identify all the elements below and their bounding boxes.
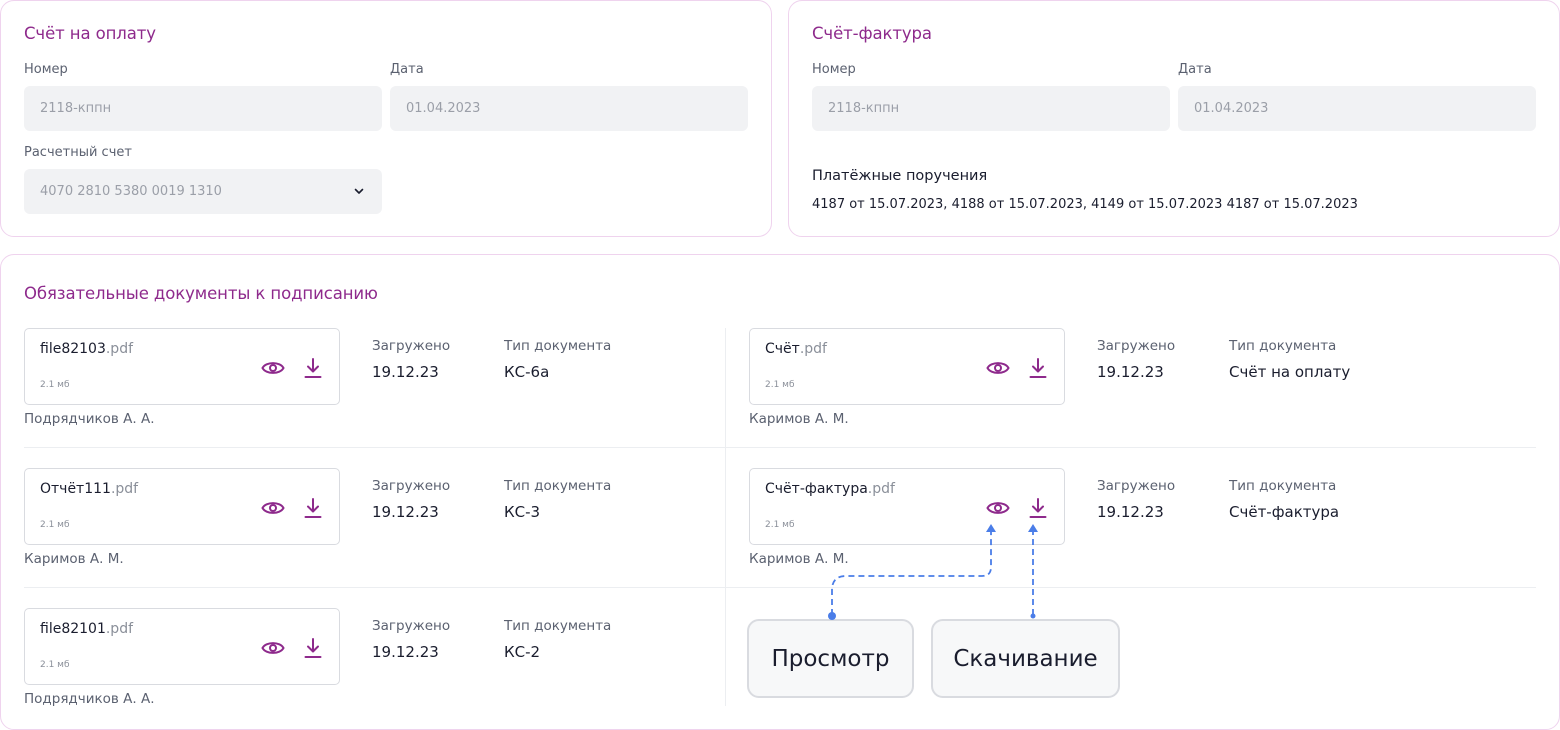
facture-card: Счёт-фактура Номер Дата 2118-кппн 01.04.… — [788, 0, 1560, 237]
document-file-size: 2.1 мб — [40, 660, 70, 670]
facture-title: Счёт-фактура — [812, 24, 932, 43]
document-file-name: file82101.pdf — [40, 621, 134, 637]
uploaded-label: Загружено — [372, 618, 451, 634]
document-file-card[interactable]: Счёт.pdf 2.1 мб — [749, 328, 1065, 405]
doc-type-label: Тип документа — [1229, 338, 1337, 354]
invoice-date-value: 01.04.2023 — [406, 101, 481, 116]
column-divider — [725, 328, 726, 706]
document-file-card[interactable]: file82101.pdf 2.1 мб — [24, 608, 340, 685]
download-icon[interactable] — [300, 356, 326, 380]
uploaded-label: Загружено — [372, 478, 451, 494]
document-file-size: 2.1 мб — [40, 520, 70, 530]
uploaded-date: 19.12.23 — [372, 503, 439, 521]
invoice-number-field[interactable]: 2118-кппн — [24, 86, 382, 131]
facture-number-label: Номер — [812, 62, 856, 77]
doc-type-label: Тип документа — [504, 338, 612, 354]
invoice-date-field[interactable]: 01.04.2023 — [390, 86, 748, 131]
uploaded-date: 19.12.23 — [372, 363, 439, 381]
view-callout: Просмотр — [747, 619, 914, 698]
document-file-name: Отчёт111.pdf — [40, 481, 139, 497]
download-icon[interactable] — [1025, 356, 1051, 380]
payments-text: 4187 от 15.07.2023, 4188 от 15.07.2023, … — [812, 197, 1358, 212]
uploaded-date: 19.12.23 — [372, 643, 439, 661]
invoice-number-value: 2118-кппн — [40, 101, 112, 116]
invoice-account-label: Расчетный счет — [24, 145, 132, 160]
download-icon[interactable] — [1025, 496, 1051, 520]
document-file-name: file82103.pdf — [40, 341, 134, 357]
invoice-account-value: 4070 2810 5380 0019 1310 — [40, 184, 222, 199]
document-file-card[interactable]: file82103.pdf 2.1 мб — [24, 328, 340, 405]
invoice-card: Счёт на оплату Номер Дата 2118-кппн 01.0… — [0, 0, 772, 237]
doc-type-label: Тип документа — [504, 618, 612, 634]
documents-title: Обязательные документы к подписанию — [24, 284, 378, 303]
facture-number-field[interactable]: 2118-кппн — [812, 86, 1170, 131]
eye-icon[interactable] — [260, 356, 286, 380]
doc-type-label: Тип документа — [504, 478, 612, 494]
document-author: Подрядчиков А. А. — [24, 691, 155, 707]
document-author: Каримов А. М. — [749, 411, 849, 427]
doc-type-value: Счёт на оплату — [1229, 363, 1351, 381]
uploaded-date: 19.12.23 — [1097, 503, 1164, 521]
doc-type-value: КС-3 — [504, 503, 541, 521]
invoice-date-label: Дата — [390, 62, 424, 77]
eye-icon[interactable] — [985, 496, 1011, 520]
document-file-name: Счёт.pdf — [765, 341, 827, 357]
doc-type-label: Тип документа — [1229, 478, 1337, 494]
payments-title: Платёжные поручения — [812, 168, 988, 184]
document-file-size: 2.1 мб — [765, 520, 795, 530]
document-file-size: 2.1 мб — [40, 380, 70, 390]
facture-date-label: Дата — [1178, 62, 1212, 77]
facture-date-field[interactable]: 01.04.2023 — [1178, 86, 1536, 131]
facture-date-value: 01.04.2023 — [1194, 101, 1269, 116]
download-callout: Скачивание — [931, 619, 1120, 698]
document-file-card[interactable]: Счёт-фактура.pdf 2.1 мб — [749, 468, 1065, 545]
uploaded-label: Загружено — [1097, 338, 1176, 354]
uploaded-date: 19.12.23 — [1097, 363, 1164, 381]
row-divider — [24, 447, 1536, 448]
invoice-title: Счёт на оплату — [24, 24, 156, 43]
invoice-account-select[interactable]: 4070 2810 5380 0019 1310 — [24, 169, 382, 214]
eye-icon[interactable] — [260, 496, 286, 520]
eye-icon[interactable] — [260, 636, 286, 660]
facture-number-value: 2118-кппн — [828, 101, 900, 116]
document-author: Каримов А. М. — [24, 551, 124, 567]
doc-type-value: КС-2 — [504, 643, 541, 661]
download-icon[interactable] — [300, 636, 326, 660]
document-file-card[interactable]: Отчёт111.pdf 2.1 мб — [24, 468, 340, 545]
chevron-down-icon[interactable] — [352, 184, 366, 198]
document-file-name: Счёт-фактура.pdf — [765, 481, 895, 497]
eye-icon[interactable] — [985, 356, 1011, 380]
uploaded-label: Загружено — [372, 338, 451, 354]
doc-type-value: Счёт-фактура — [1229, 503, 1340, 521]
doc-type-value: КС-6а — [504, 363, 550, 381]
uploaded-label: Загружено — [1097, 478, 1176, 494]
document-author: Подрядчиков А. А. — [24, 411, 155, 427]
document-file-size: 2.1 мб — [765, 380, 795, 390]
row-divider — [24, 587, 1536, 588]
download-icon[interactable] — [300, 496, 326, 520]
document-author: Каримов А. М. — [749, 551, 849, 567]
invoice-number-label: Номер — [24, 62, 68, 77]
documents-card: Обязательные документы к подписанию file… — [0, 254, 1560, 730]
